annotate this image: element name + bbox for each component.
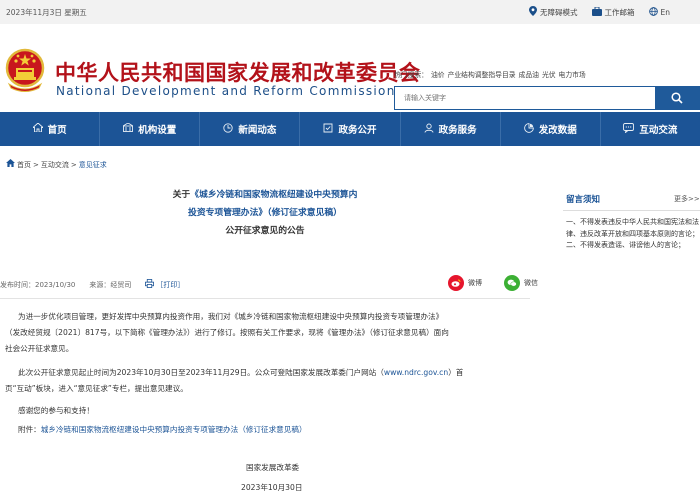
current-date: 2023年11月3日 星期五 <box>6 8 87 17</box>
nav-item-data[interactable]: 发改数据 <box>501 112 601 146</box>
nav-item-gov-affairs[interactable]: 政务公开 <box>300 112 401 146</box>
weibo-label: 微博 <box>468 279 482 287</box>
paragraph-1-line-1: 为进一步优化项目管理，更好发挥中央预算内投资作用，我们对《城乡冷链和国家物流枢纽… <box>18 312 444 321</box>
attachment-link[interactable]: 城乡冷链和国家物流枢纽建设中央预算内投资专项管理办法（修订征求意见稿） <box>41 425 307 434</box>
search-box <box>394 86 700 110</box>
share-bar: 微博 微信 <box>448 275 538 291</box>
ndrc-website-link[interactable]: www.ndrc.gov.cn <box>384 368 448 377</box>
breadcrumb-current: 意见征求 <box>78 160 107 169</box>
printer-icon <box>145 279 155 288</box>
hot-search-label: 热门搜索： <box>394 71 428 79</box>
sidebar-title: 留言须知 <box>566 195 601 205</box>
paragraph-1-line-3: 社会公开征求意见。 <box>5 344 74 353</box>
paragraph-3: 感谢您的参与和支持！ <box>18 406 94 415</box>
english-link[interactable]: En <box>648 6 671 19</box>
wechat-label: 微信 <box>524 279 538 287</box>
nav-item-interaction[interactable]: 互动交流 <box>601 112 700 146</box>
meta-divider <box>0 298 530 299</box>
wechat-icon <box>504 275 520 291</box>
p2-text: 此次公开征求意见起止时间为2023年10月30日至2023年11月29日。公众可… <box>18 368 384 377</box>
sidebar-more-link[interactable]: 更多>> <box>674 194 700 204</box>
nav-label: 政务公开 <box>338 125 377 136</box>
attachment-line: 附件：城乡冷链和国家物流枢纽建设中央预算内投资专项管理办法（修订征求意见稿） <box>18 422 307 438</box>
sidebar-divider <box>563 210 700 211</box>
search-button[interactable] <box>655 87 699 109</box>
nav-label: 机构设置 <box>138 125 177 136</box>
article-meta: 发布时间：2023/10/30 来源：经贸司 ［打印］ <box>0 279 184 290</box>
building-icon <box>122 122 134 135</box>
nav-label: 互动交流 <box>639 125 678 136</box>
home-icon <box>31 122 44 135</box>
share-wechat[interactable]: 微信 <box>504 275 538 291</box>
share-weibo[interactable]: 微博 <box>448 275 482 291</box>
webmail-label: 工作邮箱 <box>604 8 635 17</box>
weibo-icon <box>448 275 464 291</box>
nav-label: 新闻动态 <box>238 125 277 136</box>
signature-date: 2023年10月30日 <box>241 483 303 492</box>
paragraph-2-line-2: 页“互动”板块，进入“意见征求”专栏，提出意见建议。 <box>5 384 188 393</box>
breadcrumb-home[interactable]: 首页 <box>17 160 31 170</box>
site-header: 中华人民共和国国家发展和改革委员会 National Development a… <box>0 24 700 110</box>
paragraph-2-line-1: 此次公开征求意见起止时间为2023年10月30日至2023年11月29日。公众可… <box>18 365 463 381</box>
title-prefix: 关于 <box>172 190 191 200</box>
title-link: 《城乡冷链和国家物流枢纽建设中央预算内 <box>190 190 358 200</box>
search-icon <box>671 92 683 104</box>
breadcrumb-sep: > <box>70 160 77 169</box>
location-pin-icon <box>529 6 537 19</box>
nav-item-home[interactable]: 首页 <box>0 112 101 146</box>
home-icon[interactable] <box>6 159 15 170</box>
paragraph-1-line-2: （发改经贸规〔2021〕817号，以下简称《管理办法》）进行了修订。按照有关工作… <box>5 328 449 337</box>
gov-icon <box>323 123 333 136</box>
main-nav: 首页 机构设置 新闻动态 政务公开 政务服务 发改数据 互动交流 <box>0 112 700 146</box>
breadcrumb-level1[interactable]: 互动交流 <box>41 160 69 170</box>
publish-time: 发布时间：2023/10/30 <box>0 280 76 289</box>
print-button[interactable]: ［打印］ <box>145 279 184 290</box>
nav-item-gov-services[interactable]: 政务服务 <box>401 112 501 146</box>
sidebar-rules: 一、不得发表违反中华人民共和国宪法和法律、违反改革开放和四项基本原则的言论； 二… <box>566 217 700 252</box>
data-icon <box>523 122 534 136</box>
nav-label: 政务服务 <box>438 125 477 136</box>
sidebar-rule-2: 二、不得发表造谣、诽谤他人的言论； <box>566 241 685 249</box>
search-input[interactable] <box>395 87 655 109</box>
title-line3: 公开征求意见的公告 <box>225 226 305 236</box>
briefcase-icon <box>591 6 602 19</box>
hot-term[interactable]: 产业结构调整指导目录 <box>448 71 516 79</box>
english-label: En <box>660 8 671 17</box>
top-bar: 2023年11月3日 星期五 无障碍模式 工作邮箱 En <box>0 0 700 24</box>
breadcrumb-sep: > <box>33 160 39 169</box>
chat-icon <box>623 122 635 136</box>
site-title-en: National Development and Reform Commissi… <box>56 84 396 98</box>
top-tools: 无障碍模式 工作邮箱 En <box>529 6 670 19</box>
accessibility-link[interactable]: 无障碍模式 <box>529 6 578 19</box>
webmail-link[interactable]: 工作邮箱 <box>591 6 635 19</box>
service-icon <box>424 123 434 136</box>
nav-item-news[interactable]: 新闻动态 <box>200 112 301 146</box>
print-label: ［打印］ <box>156 281 185 289</box>
nav-item-organization[interactable]: 机构设置 <box>100 112 201 146</box>
attachment-label: 附件： <box>18 425 41 434</box>
globe-icon <box>648 6 658 19</box>
national-emblem-icon <box>5 48 45 94</box>
hot-term[interactable]: 油价 <box>431 71 445 79</box>
title-line2: 投资专项管理办法》（修订征求意见稿） <box>188 208 342 218</box>
hot-term[interactable]: 电力市场 <box>559 71 586 79</box>
breadcrumb: 首页 > 互动交流 > 意见征求 <box>6 159 107 170</box>
site-title-cn: 中华人民共和国国家发展和改革委员会 <box>55 61 421 85</box>
hot-term[interactable]: 成品油 <box>519 71 539 79</box>
signature-org: 国家发展改革委 <box>246 463 300 472</box>
accessibility-label: 无障碍模式 <box>540 8 578 17</box>
p2-text-end: ）首 <box>448 368 464 377</box>
news-icon <box>223 122 233 136</box>
hot-search: 热门搜索： 油价 产业结构调整指导目录 成品油 光伏 电力市场 <box>394 69 589 79</box>
article-title: 关于《城乡冷链和国家物流枢纽建设中央预算内 投资专项管理办法》（修订征求意见稿）… <box>0 186 530 240</box>
hot-term[interactable]: 光伏 <box>542 71 556 79</box>
sidebar-rule-1: 一、不得发表违反中华人民共和国宪法和法律、违反改革开放和四项基本原则的言论； <box>566 218 699 238</box>
nav-label: 发改数据 <box>538 125 577 136</box>
nav-label: 首页 <box>47 125 67 136</box>
article-source: 来源：经贸司 <box>89 280 132 289</box>
